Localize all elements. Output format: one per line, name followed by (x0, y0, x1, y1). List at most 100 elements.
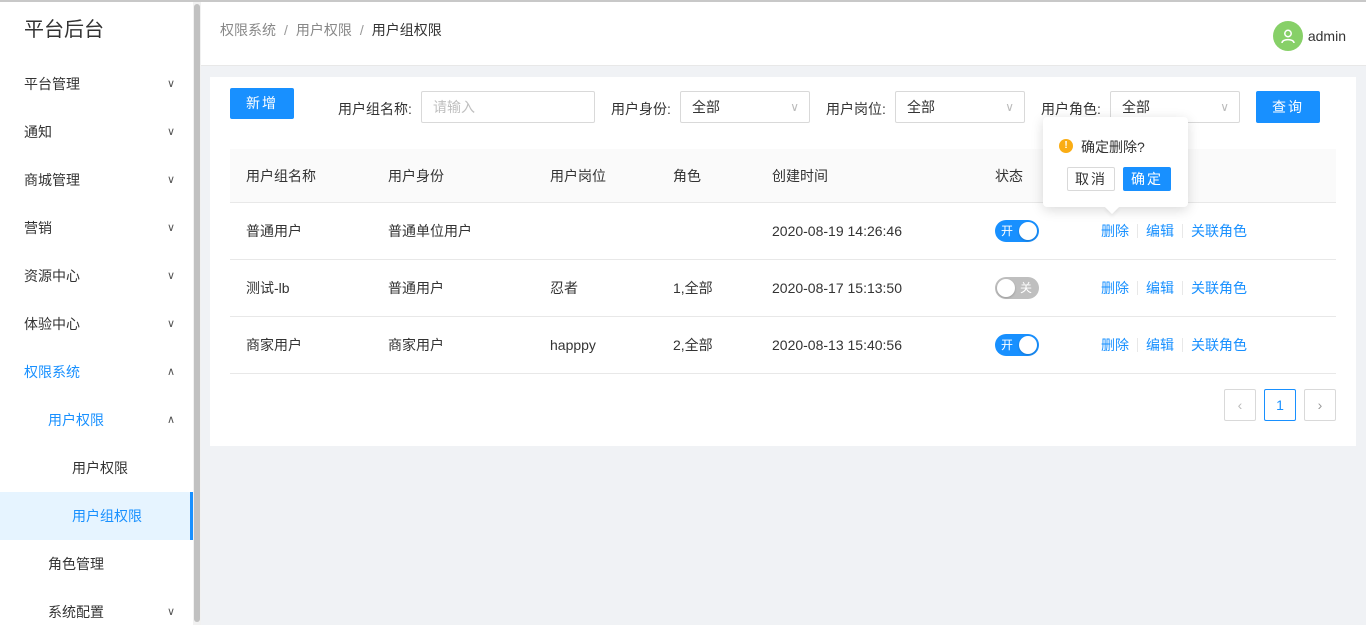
edit-link[interactable]: 编辑 (1146, 278, 1174, 298)
group-name-input[interactable]: 请输入 (421, 91, 595, 123)
status-toggle[interactable]: 关 (995, 277, 1039, 299)
top-header: 权限系统 / 用户权限 / 用户组权限 admin (201, 2, 1366, 66)
toggle-label: 开 (1001, 224, 1014, 238)
menu-item-label: 平台管理 (24, 76, 80, 92)
toggle-knob (1019, 222, 1037, 240)
menu-item-label: 通知 (24, 124, 52, 140)
position-select[interactable]: 全部 ∨ (895, 91, 1025, 123)
add-button[interactable]: 新增 (230, 88, 294, 119)
link-role-link[interactable]: 关联角色 (1191, 335, 1247, 355)
actions-cell: 删除 编辑 关联角色 (1101, 317, 1247, 373)
select-value: 全部 (907, 99, 935, 115)
query-button[interactable]: 查询 (1256, 91, 1320, 123)
cell-created-time: 2020-08-17 15:13:50 (772, 280, 902, 296)
menu-item-label: 用户权限 (48, 412, 104, 428)
breadcrumb-separator: / (359, 22, 364, 38)
chevron-down-icon: ∨ (166, 174, 175, 186)
menu-item-system-config[interactable]: 系统配置 ∨ (0, 588, 193, 625)
chevron-down-icon: ∨ (1005, 100, 1014, 114)
cell-identity: 商家用户 (388, 337, 444, 353)
chevron-down-icon: ∨ (1220, 100, 1229, 114)
page-1-button[interactable]: 1 (1264, 389, 1296, 421)
menu-item-label: 用户权限 (72, 460, 128, 476)
breadcrumb-item-current: 用户组权限 (371, 22, 442, 38)
column-header: 用户组名称 (246, 167, 316, 184)
identity-label: 用户身份: (611, 101, 671, 117)
status-cell: 开 (995, 203, 1039, 259)
menu-item-label: 用户组权限 (72, 508, 142, 524)
actions-cell: 删除 编辑 关联角色 (1101, 260, 1247, 316)
table-row: 普通用户 普通单位用户 2020-08-19 14:26:46 开 删除 编辑 … (230, 203, 1336, 260)
menu-item-label: 系统配置 (48, 604, 104, 620)
cell-created-time: 2020-08-13 15:40:56 (772, 337, 902, 353)
menu-item-role-management[interactable]: 角色管理 (0, 540, 193, 588)
prev-page-button[interactable]: ‹ (1224, 389, 1256, 421)
delete-link[interactable]: 删除 (1101, 278, 1129, 298)
column-header: 用户岗位 (550, 167, 606, 184)
cell-group-name: 商家用户 (246, 337, 302, 353)
menu-item-label: 商城管理 (24, 172, 80, 188)
toggle-label: 开 (1001, 338, 1014, 352)
identity-select[interactable]: 全部 ∨ (680, 91, 810, 123)
menu-item-experience-center[interactable]: 体验中心 ∨ (0, 300, 193, 348)
menu-item-mall-management[interactable]: 商城管理 ∨ (0, 156, 193, 204)
toggle-knob (997, 279, 1015, 297)
scrollbar-thumb[interactable] (194, 4, 200, 622)
status-cell: 开 (995, 317, 1039, 373)
menu-item-user-permission[interactable]: 用户权限 ∧ (0, 396, 193, 444)
chevron-down-icon: ∨ (166, 126, 175, 138)
chevron-up-icon: ∧ (166, 414, 175, 426)
avatar[interactable] (1272, 21, 1303, 51)
popconfirm-cancel-button[interactable]: 取消 (1067, 167, 1115, 191)
menu-item-platform-management[interactable]: 平台管理 ∨ (0, 60, 193, 108)
cell-group-name: 普通用户 (246, 223, 302, 239)
username[interactable]: admin (1308, 28, 1346, 44)
status-toggle[interactable]: 开 (995, 220, 1039, 242)
edit-link[interactable]: 编辑 (1146, 221, 1174, 241)
link-role-link[interactable]: 关联角色 (1191, 278, 1247, 298)
sidebar: 平台后台 平台管理 ∨ 通知 ∨ 商城管理 ∨ 营销 ∨ 资源中心 ∨ 体验中心… (0, 2, 193, 625)
delete-link[interactable]: 删除 (1101, 221, 1129, 241)
delete-link[interactable]: 删除 (1101, 335, 1129, 355)
user-menu[interactable]: admin (1272, 21, 1346, 51)
role-label: 用户角色: (1041, 101, 1101, 117)
cell-role: 1,全部 (673, 280, 713, 296)
cell-identity: 普通单位用户 (388, 223, 472, 239)
next-page-button[interactable]: › (1304, 389, 1336, 421)
breadcrumb-item-permission-system[interactable]: 权限系统 (220, 22, 276, 38)
edit-link[interactable]: 编辑 (1146, 335, 1174, 355)
menu-item-user-group-permission[interactable]: 用户组权限 (0, 492, 193, 540)
sidebar-scrollbar[interactable] (193, 2, 201, 625)
cell-position: happpy (550, 337, 596, 353)
chevron-down-icon: ∨ (166, 78, 175, 90)
menu-item-resource-center[interactable]: 资源中心 ∨ (0, 252, 193, 300)
select-value: 全部 (692, 99, 720, 115)
toggle-label: 关 (1019, 281, 1032, 295)
column-header: 用户身份 (388, 167, 444, 184)
position-label: 用户岗位: (826, 101, 886, 117)
cell-position: 忍者 (550, 280, 578, 296)
chevron-down-icon: ∨ (166, 318, 175, 330)
menu-item-notifications[interactable]: 通知 ∨ (0, 108, 193, 156)
column-header: 创建时间 (772, 167, 828, 184)
column-header: 状态 (995, 167, 1023, 184)
column-header: 角色 (673, 167, 701, 184)
chevron-down-icon: ∨ (166, 270, 175, 282)
popconfirm-ok-button[interactable]: 确定 (1123, 167, 1171, 191)
chevron-down-icon: ∨ (166, 606, 175, 618)
breadcrumb-item-user-permission[interactable]: 用户权限 (296, 22, 352, 38)
cell-identity: 普通用户 (388, 280, 444, 296)
chevron-up-icon: ∧ (166, 366, 175, 378)
menu-item-label: 权限系统 (24, 364, 80, 380)
table-row: 商家用户 商家用户 happpy 2,全部 2020-08-13 15:40:5… (230, 317, 1336, 374)
status-toggle[interactable]: 开 (995, 334, 1039, 356)
menu-item-marketing[interactable]: 营销 ∨ (0, 204, 193, 252)
menu-item-label: 角色管理 (48, 556, 104, 572)
link-role-link[interactable]: 关联角色 (1191, 221, 1247, 241)
cell-group-name: 测试-lb (246, 280, 290, 296)
breadcrumb-separator: / (284, 22, 288, 38)
cell-created-time: 2020-08-19 14:26:46 (772, 223, 902, 239)
menu-item-user-permission-sub[interactable]: 用户权限 (0, 444, 193, 492)
divider (1137, 281, 1138, 295)
menu-item-permission-system[interactable]: 权限系统 ∧ (0, 348, 193, 396)
